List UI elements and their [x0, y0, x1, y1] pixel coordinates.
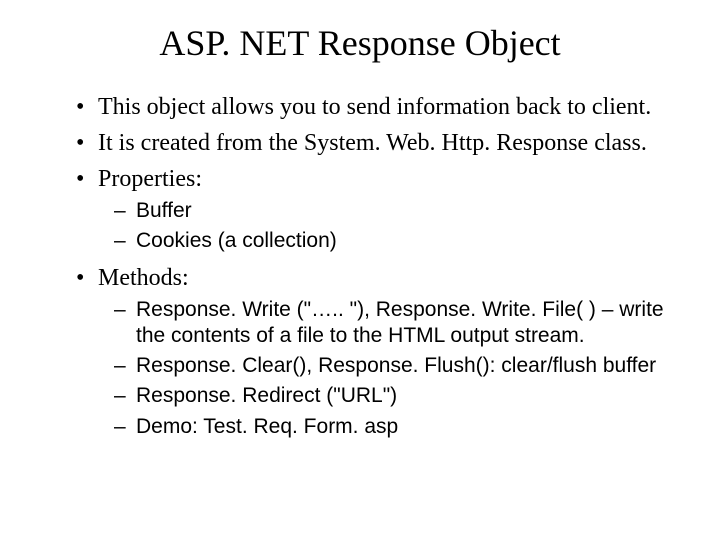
main-list: This object allows you to send informati… [50, 92, 670, 440]
sub-item: Demo: Test. Req. Form. asp [136, 414, 670, 440]
bullet-item: Properties: Buffer Cookies (a collection… [98, 164, 670, 255]
bullet-item: It is created from the System. Web. Http… [98, 128, 670, 158]
bullet-text: Properties: [98, 166, 202, 192]
bullet-item: This object allows you to send informati… [98, 92, 670, 122]
slide: ASP. NET Response Object This object all… [0, 0, 720, 540]
sub-list: Buffer Cookies (a collection) [98, 198, 670, 255]
sub-item: Response. Clear(), Response. Flush(): cl… [136, 353, 670, 379]
sub-list: Response. Write ("….. "), Response. Writ… [98, 297, 670, 440]
sub-item: Response. Redirect ("URL") [136, 383, 670, 409]
sub-item: Buffer [136, 198, 670, 224]
bullet-item: Methods: Response. Write ("….. "), Respo… [98, 263, 670, 440]
sub-item: Cookies (a collection) [136, 228, 670, 254]
slide-title: ASP. NET Response Object [50, 22, 670, 64]
sub-item: Response. Write ("….. "), Response. Writ… [136, 297, 670, 350]
bullet-text: Methods: [98, 265, 189, 291]
